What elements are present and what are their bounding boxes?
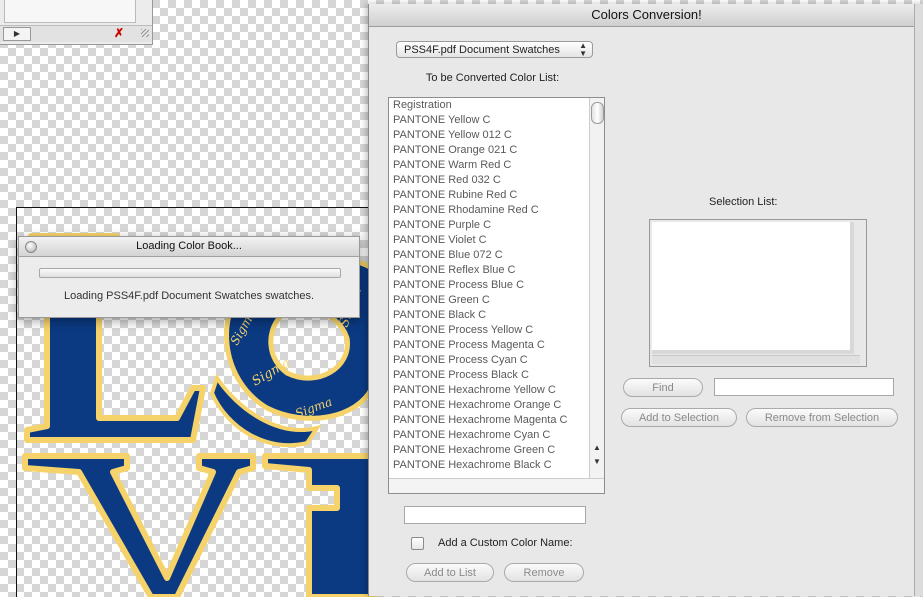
color-list-item[interactable]: PANTONE Process Blue C xyxy=(389,278,589,293)
color-list-item[interactable]: PANTONE Hexachrome Magenta C xyxy=(389,413,589,428)
color-list-item[interactable]: PANTONE Yellow C xyxy=(389,113,589,128)
color-list-item[interactable]: PANTONE Hexachrome Yellow C xyxy=(389,383,589,398)
color-list-item[interactable]: Registration xyxy=(389,98,589,113)
resize-grip-icon[interactable] xyxy=(141,29,149,37)
color-list-item[interactable]: PANTONE Hexachrome Green C xyxy=(389,443,589,458)
color-list-item[interactable]: PANTONE Green C xyxy=(389,293,589,308)
color-list-items: Registration PANTONE Yellow C PANTONE Yell… xyxy=(389,98,589,478)
add-to-list-button[interactable]: Add to List xyxy=(406,563,494,582)
color-list-item[interactable]: PANTONE Process Black C xyxy=(389,368,589,383)
color-list-item[interactable]: PANTONE Black C xyxy=(389,308,589,323)
selection-list-label: Selection List: xyxy=(709,196,778,208)
scroll-up-icon[interactable]: ▲ xyxy=(590,442,604,454)
selection-list-scrollbar[interactable] xyxy=(652,355,860,364)
remove-from-selection-button[interactable]: Remove from Selection xyxy=(746,408,898,427)
delete-icon[interactable]: ✗ xyxy=(114,26,124,40)
color-list-item[interactable]: PANTONE Violet C xyxy=(389,233,589,248)
tool-panel-bar: ▶ ✗ xyxy=(0,25,152,42)
list-horizontal-scrollbar[interactable] xyxy=(389,478,604,493)
color-list-item[interactable]: PANTONE Hexachrome Black C xyxy=(389,458,589,473)
color-list-item[interactable]: PANTONE Red 032 C xyxy=(389,173,589,188)
loading-progress-bar xyxy=(39,268,341,278)
scroll-down-icon[interactable]: ▼ xyxy=(590,456,604,468)
loading-dialog-title: Loading Color Book... xyxy=(136,240,242,252)
window-title[interactable]: Colors Conversion! xyxy=(369,4,923,27)
color-list-item[interactable]: PANTONE Hexachrome Orange C xyxy=(389,398,589,413)
loading-message: Loading PSS4F.pdf Document Swatches swat… xyxy=(63,290,315,302)
color-list-item[interactable]: PANTONE Rubine Red C xyxy=(389,188,589,203)
color-list-item[interactable]: PANTONE Reflex Blue C xyxy=(389,263,589,278)
chevron-updown-icon: ▲ ▼ xyxy=(579,41,587,58)
color-list-item[interactable]: PANTONE Hexachrome Cyan C xyxy=(389,428,589,443)
scroll-thumb[interactable] xyxy=(591,102,604,124)
close-icon[interactable] xyxy=(25,241,37,253)
find-input[interactable] xyxy=(714,378,894,396)
convert-color-list[interactable]: Registration PANTONE Yellow C PANTONE Yell… xyxy=(388,97,605,494)
play-icon[interactable]: ▶ xyxy=(3,27,31,41)
tool-panel-content xyxy=(4,0,136,23)
selection-list-area[interactable] xyxy=(652,222,854,354)
color-list-item[interactable]: PANTONE Warm Red C xyxy=(389,158,589,173)
dropdown-value: PSS4F.pdf Document Swatches xyxy=(404,44,560,56)
loading-dialog-titlebar[interactable]: Loading Color Book... xyxy=(19,237,359,257)
color-list-item[interactable]: PANTONE Process Yellow C xyxy=(389,323,589,338)
color-list-item[interactable]: PANTONE Process Cyan C xyxy=(389,353,589,368)
color-list-item[interactable]: PANTONE Yellow 012 C xyxy=(389,128,589,143)
custom-color-name-input[interactable] xyxy=(404,506,586,524)
list-vertical-scrollbar[interactable]: ▲ ▼ xyxy=(589,98,604,478)
add-to-selection-button[interactable]: Add to Selection xyxy=(621,408,737,427)
swatch-source-dropdown[interactable]: PSS4F.pdf Document Swatches ▲ ▼ xyxy=(396,41,593,58)
colors-conversion-window: Colors Conversion! PSS4F.pdf Document Sw… xyxy=(368,4,923,596)
custom-color-checkbox[interactable] xyxy=(411,537,424,550)
background-window-edge xyxy=(914,4,923,596)
color-list-item[interactable]: PANTONE Purple C xyxy=(389,218,589,233)
loading-dialog: Loading Color Book... Loading PSS4F.pdf … xyxy=(18,236,360,318)
color-list-item[interactable]: PANTONE Process Magenta C xyxy=(389,338,589,353)
tool-panel: ▶ ✗ xyxy=(0,0,153,45)
find-button[interactable]: Find xyxy=(623,378,703,397)
remove-button[interactable]: Remove xyxy=(504,563,584,582)
selection-list[interactable] xyxy=(649,219,867,367)
custom-color-label: Add a Custom Color Name: xyxy=(438,537,573,549)
color-list-item[interactable]: PANTONE Blue 072 C xyxy=(389,248,589,263)
color-list-item[interactable]: PANTONE Rhodamine Red C xyxy=(389,203,589,218)
to-convert-label: To be Converted Color List: xyxy=(425,72,560,84)
color-list-item[interactable]: PANTONE Orange 021 C xyxy=(389,143,589,158)
